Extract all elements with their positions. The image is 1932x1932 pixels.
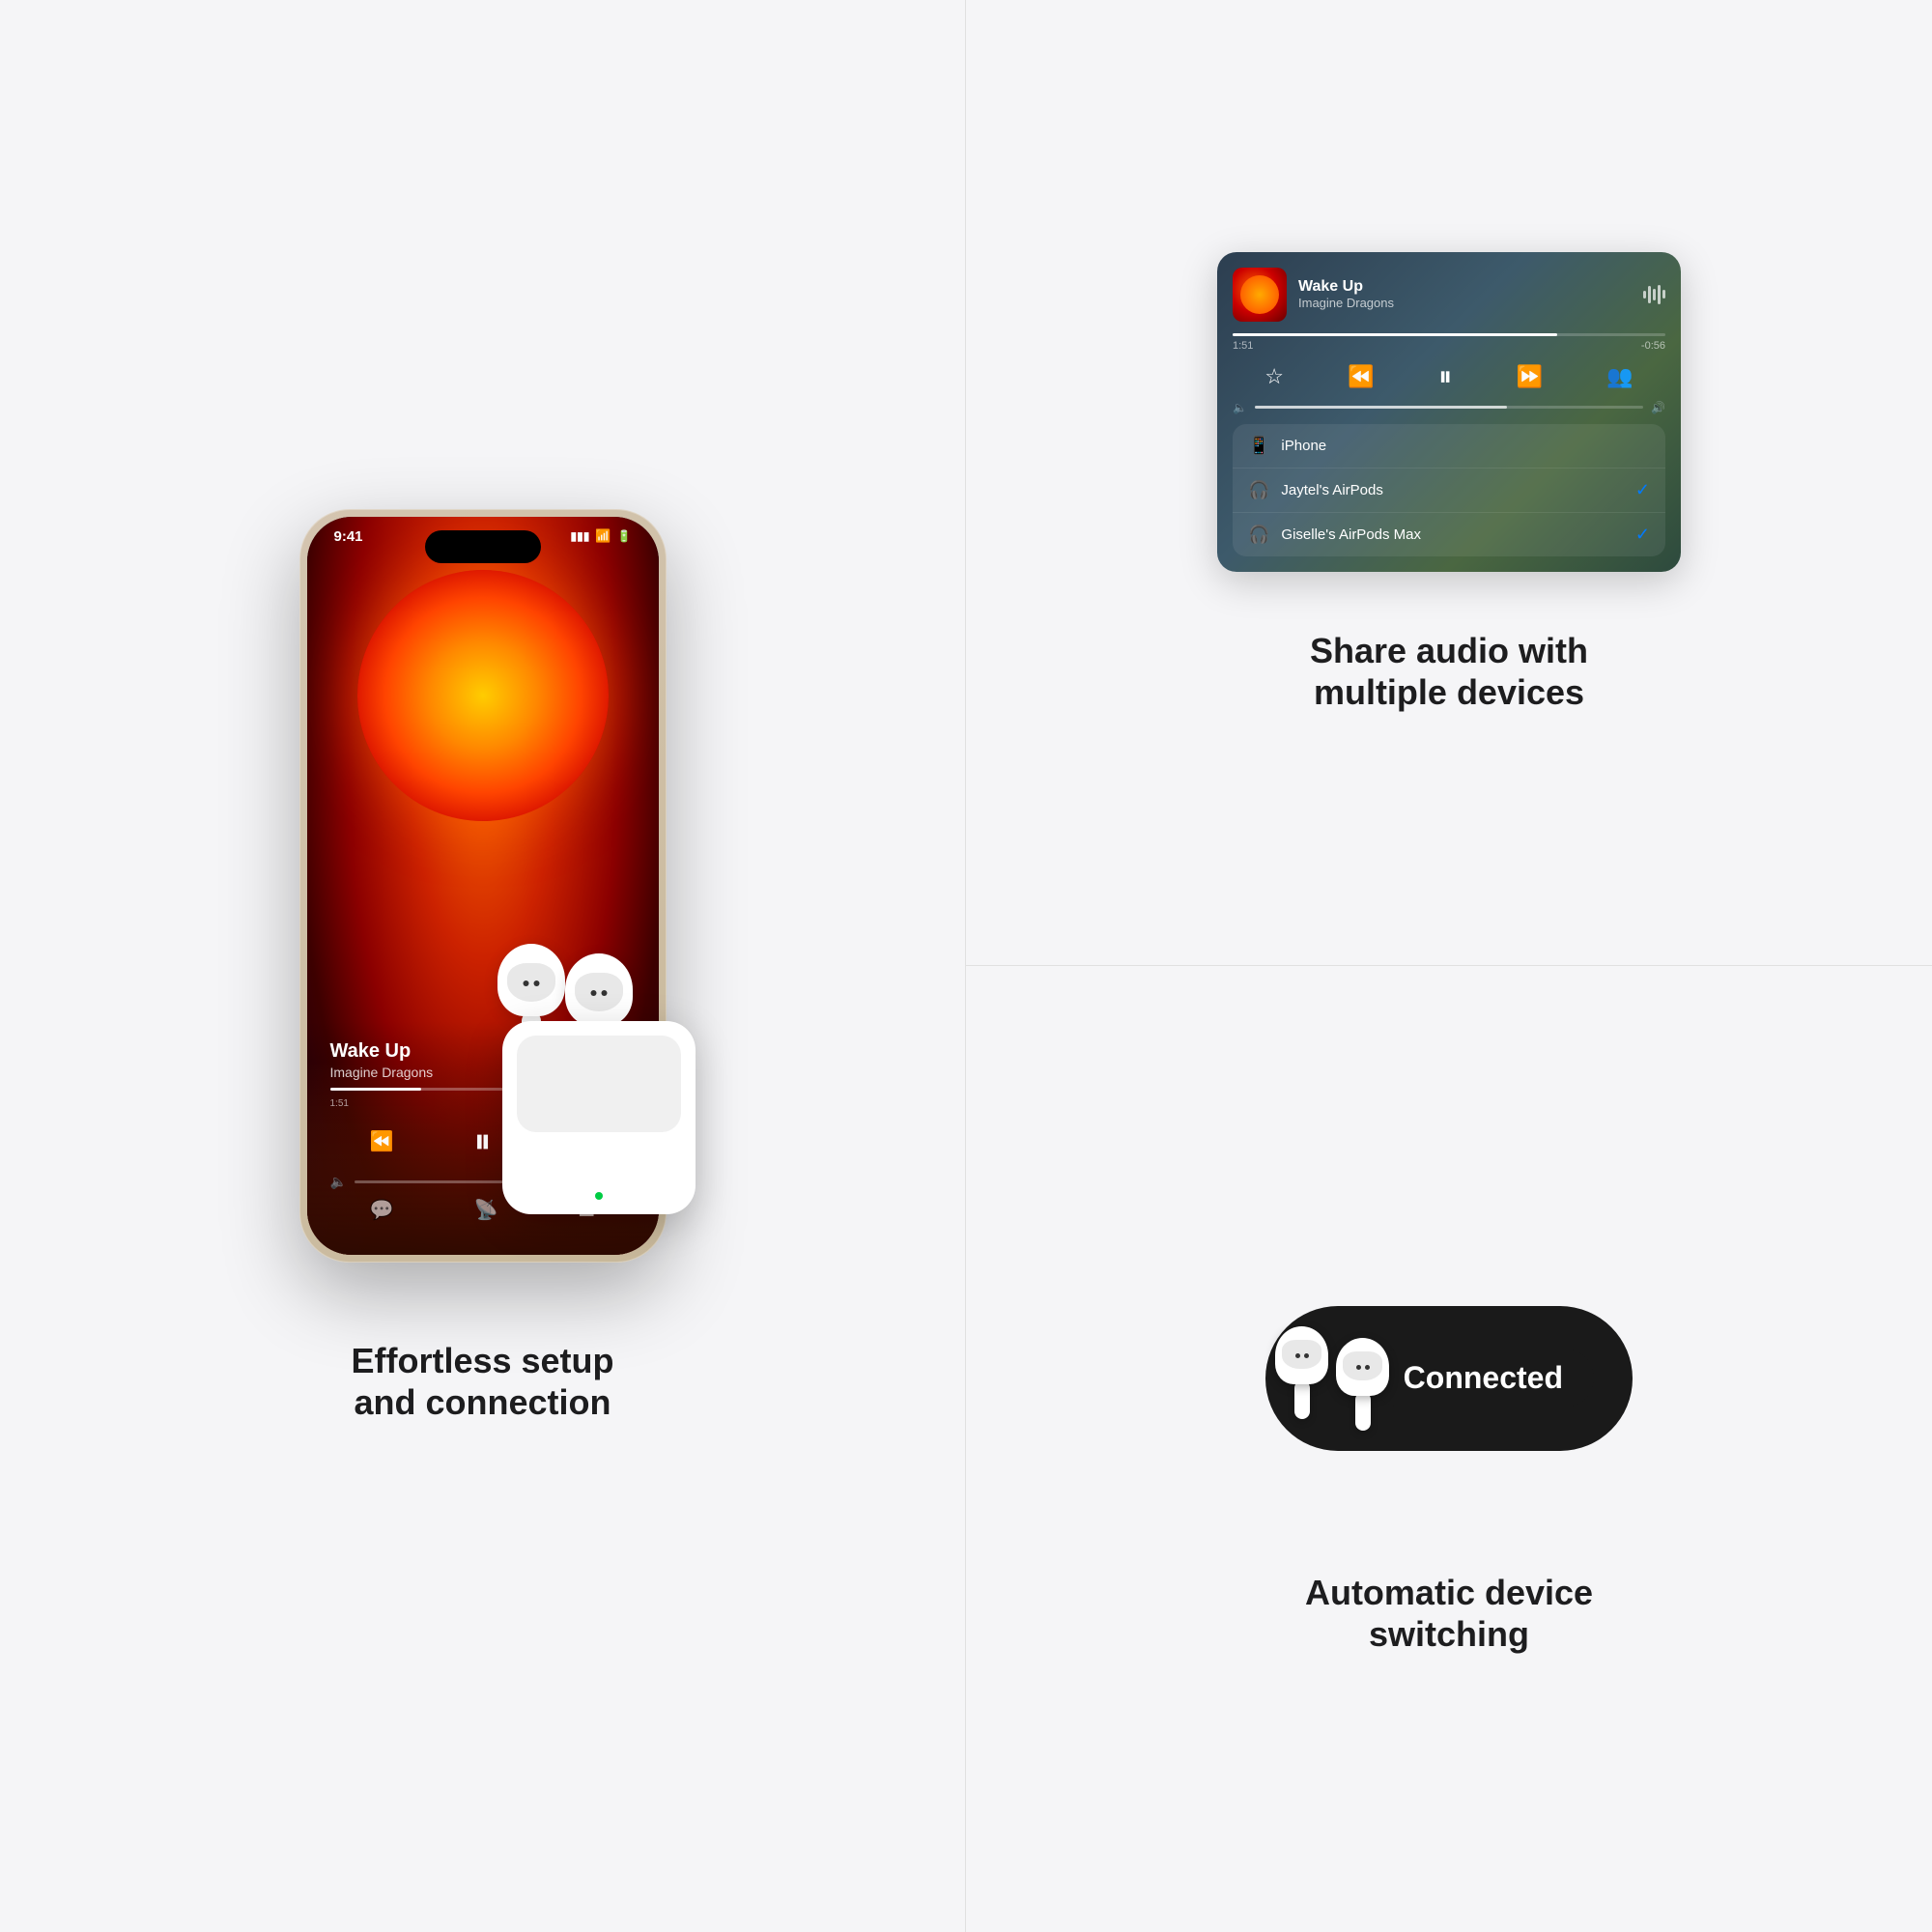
mini-airpod-right-sensors [1356, 1365, 1370, 1370]
airpods-case [502, 1021, 696, 1214]
widget-volume-bar[interactable] [1255, 406, 1643, 409]
switching-caption-line1: Automatic device [1305, 1573, 1593, 1612]
widget-progress-bar[interactable] [1233, 333, 1665, 336]
device-row-iphone[interactable]: 📱 iPhone [1233, 424, 1665, 469]
mini-sensor-3 [1356, 1365, 1361, 1370]
widget-favorite-button[interactable]: ☆ [1264, 364, 1284, 389]
iphone-device-icon: 📱 [1248, 436, 1269, 456]
connected-badge: Connected [1373, 1349, 1594, 1407]
giselle-check-icon: ✓ [1635, 525, 1650, 545]
widget-forward-button[interactable]: ⏩ [1517, 364, 1543, 389]
mini-airpod-right-head [1336, 1338, 1389, 1396]
mini-airpod-right [1336, 1338, 1389, 1431]
song-info: Wake Up Imagine Dragons [330, 1040, 434, 1080]
widget-device-list: 📱 iPhone 🎧 Jaytel's AirPods ✓ 🎧 Giselle'… [1233, 424, 1665, 556]
share-caption-line1: Share audio with [1310, 631, 1588, 670]
right-panel: Wake Up Imagine Dragons 1:51 -0:56 [966, 0, 1932, 1932]
wave-bar-5 [1662, 290, 1665, 298]
widget-pause-button[interactable]: ⏸ [1438, 361, 1452, 393]
widget-progress: 1:51 -0:56 [1233, 333, 1665, 352]
widget-current-time: 1:51 [1233, 340, 1253, 352]
left-panel: 9:41 ▮▮▮ 📶 🔋 Wake Up Imagine Dragons [0, 0, 966, 1932]
airpods-case-interior [517, 1036, 681, 1132]
switching-caption: Automatic device switching [1305, 1572, 1593, 1655]
audio-wave-icon [1643, 285, 1665, 304]
jaytel-device-icon: 🎧 [1248, 480, 1269, 500]
widget-times: 1:51 -0:56 [1233, 340, 1665, 352]
lyrics-tab[interactable]: 💬 [370, 1198, 394, 1222]
widget-song-title: Wake Up [1298, 278, 1632, 296]
device-row-giselle[interactable]: 🎧 Giselle's AirPods Max ✓ [1233, 513, 1665, 556]
wave-bar-1 [1643, 291, 1646, 298]
share-audio-section: Wake Up Imagine Dragons 1:51 -0:56 [966, 0, 1932, 966]
mini-airpod-left-stem [1294, 1380, 1310, 1419]
wave-bar-3 [1653, 289, 1656, 300]
widget-vol-low-icon: 🔈 [1233, 401, 1247, 414]
widget-share-button[interactable]: 👥 [1606, 364, 1633, 389]
iphone-mockup: 9:41 ▮▮▮ 📶 🔋 Wake Up Imagine Dragons [299, 509, 667, 1263]
widget-header: Wake Up Imagine Dragons [1233, 268, 1665, 322]
mini-airpod-right-stem [1355, 1392, 1371, 1431]
widget-song-info: Wake Up Imagine Dragons [1298, 278, 1632, 310]
widget-volume: 🔈 🔊 [1233, 401, 1665, 414]
wifi-icon: 📶 [595, 528, 611, 544]
mini-airpod-left-sensors [1295, 1353, 1309, 1358]
mini-sensor-4 [1365, 1365, 1370, 1370]
signal-icon: ▮▮▮ [571, 529, 590, 543]
wave-bar-4 [1658, 285, 1661, 304]
mini-airpod-left [1275, 1326, 1328, 1431]
auto-switching-section: Connected [966, 966, 1932, 1932]
mini-sensor-1 [1295, 1353, 1300, 1358]
battery-icon: 🔋 [617, 529, 632, 543]
airpod-right-sensors [590, 990, 607, 996]
jaytel-check-icon: ✓ [1635, 480, 1650, 500]
sensor-dot-2 [533, 980, 539, 986]
status-time: 9:41 [334, 528, 363, 545]
sensor-dot-3 [590, 990, 596, 996]
airpod-left-sensors [523, 980, 539, 986]
iphone-device-name: iPhone [1281, 438, 1650, 454]
airpod-left-head [497, 944, 565, 1016]
widget-volume-fill [1255, 406, 1507, 409]
airpod-right-head [565, 953, 633, 1026]
status-bar: 9:41 ▮▮▮ 📶 🔋 [307, 517, 659, 570]
share-caption-line2: multiple devices [1314, 672, 1584, 712]
album-art-visual [1240, 275, 1279, 314]
share-audio-caption: Share audio with multiple devices [1310, 630, 1588, 713]
status-icons: ▮▮▮ 📶 🔋 [571, 528, 632, 544]
switching-caption-line2: switching [1369, 1614, 1529, 1654]
connected-airpods [1275, 1326, 1389, 1431]
giselle-device-icon: 🎧 [1248, 525, 1269, 545]
left-caption: Effortless setup and connection [351, 1340, 613, 1423]
progress-fill [330, 1088, 422, 1091]
widget-rewind-button[interactable]: ⏪ [1348, 364, 1374, 389]
song-title: Wake Up [330, 1040, 434, 1063]
case-led [595, 1192, 603, 1200]
device-row-jaytel[interactable]: 🎧 Jaytel's AirPods ✓ [1233, 469, 1665, 513]
widget-song-artist: Imagine Dragons [1298, 296, 1632, 310]
sensor-dot-4 [601, 990, 607, 996]
left-caption-line2: and connection [354, 1382, 611, 1422]
widget-vol-high-icon: 🔊 [1651, 401, 1665, 414]
connected-scene: Connected [1256, 1243, 1642, 1514]
sensor-dot-1 [523, 980, 528, 986]
mini-airpod-left-head [1275, 1326, 1328, 1384]
sunset-circle [357, 570, 609, 821]
widget-progress-fill [1233, 333, 1557, 336]
jaytel-device-name: Jaytel's AirPods [1281, 482, 1623, 498]
left-caption-line1: Effortless setup [351, 1341, 613, 1380]
widget-remaining-time: -0:56 [1641, 340, 1665, 352]
giselle-device-name: Giselle's AirPods Max [1281, 526, 1623, 543]
volume-low-icon: 🔈 [330, 1174, 347, 1190]
wave-bar-2 [1648, 286, 1651, 303]
rewind-button[interactable]: ⏪ [370, 1129, 394, 1153]
song-artist: Imagine Dragons [330, 1065, 434, 1080]
mini-sensor-2 [1304, 1353, 1309, 1358]
widget-controls: ☆ ⏪ ⏸ ⏩ 👥 [1233, 361, 1665, 393]
album-art [1233, 268, 1287, 322]
music-widget: Wake Up Imagine Dragons 1:51 -0:56 [1217, 252, 1681, 572]
current-time: 1:51 [330, 1098, 349, 1109]
airpods-product [473, 944, 744, 1214]
